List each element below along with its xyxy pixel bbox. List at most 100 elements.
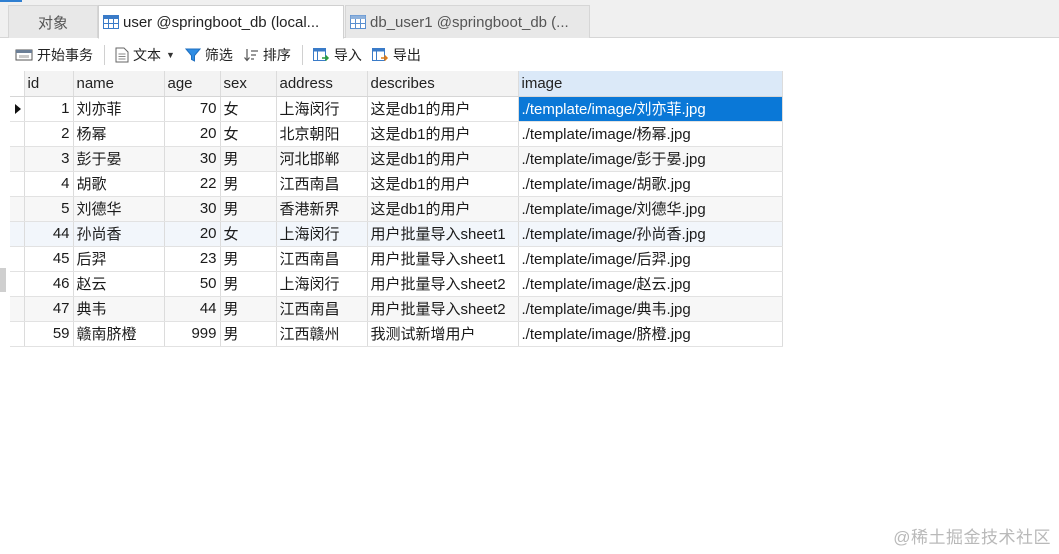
cell-describes[interactable]: 这是db1的用户 bbox=[367, 121, 519, 147]
tab-user-table[interactable]: user @springboot_db (local... bbox=[98, 5, 344, 39]
cell-age[interactable]: 70 bbox=[164, 96, 221, 122]
cell-describes[interactable]: 这是db1的用户 bbox=[367, 171, 519, 197]
filter-label: 筛选 bbox=[204, 47, 233, 63]
cell-age[interactable]: 50 bbox=[164, 271, 221, 297]
cell-sex[interactable]: 男 bbox=[220, 296, 277, 322]
cell-address[interactable]: 江西南昌 bbox=[276, 171, 368, 197]
cell-describes[interactable]: 用户批量导入sheet1 bbox=[367, 246, 519, 272]
table-row[interactable]: 2 杨幂 20 女 北京朝阳 这是db1的用户 ./template/image… bbox=[10, 121, 783, 147]
cell-age[interactable]: 44 bbox=[164, 296, 221, 322]
column-header-address[interactable]: address bbox=[276, 71, 368, 97]
cell-image[interactable]: ./template/image/胡歌.jpg bbox=[518, 171, 783, 197]
cell-describes[interactable]: 我测试新增用户 bbox=[367, 321, 519, 347]
cell-age[interactable]: 30 bbox=[164, 196, 221, 222]
cell-id[interactable]: 44 bbox=[24, 221, 74, 247]
sort-label: 排序 bbox=[262, 47, 291, 63]
cell-name[interactable]: 刘德华 bbox=[73, 196, 165, 222]
cell-address[interactable]: 上海闵行 bbox=[276, 96, 368, 122]
column-header-name[interactable]: name bbox=[73, 71, 165, 97]
table-row[interactable]: 4 胡歌 22 男 江西南昌 这是db1的用户 ./template/image… bbox=[10, 171, 783, 197]
begin-transaction-button[interactable]: 开始事务 bbox=[12, 43, 96, 67]
tab-objects[interactable]: 对象 bbox=[8, 5, 98, 38]
export-button[interactable]: 导出 bbox=[369, 43, 424, 67]
table-row[interactable]: 46 赵云 50 男 上海闵行 用户批量导入sheet2 ./template/… bbox=[10, 271, 783, 297]
cell-age[interactable]: 20 bbox=[164, 121, 221, 147]
column-header-id[interactable]: id bbox=[24, 71, 74, 97]
cell-name[interactable]: 彭于晏 bbox=[73, 146, 165, 172]
cell-address[interactable]: 江西赣州 bbox=[276, 321, 368, 347]
cell-id[interactable]: 2 bbox=[24, 121, 74, 147]
table-row[interactable]: 3 彭于晏 30 男 河北邯郸 这是db1的用户 ./template/imag… bbox=[10, 146, 783, 172]
cell-sex[interactable]: 男 bbox=[220, 321, 277, 347]
cell-id[interactable]: 47 bbox=[24, 296, 74, 322]
cell-describes[interactable]: 用户批量导入sheet2 bbox=[367, 296, 519, 322]
column-header-image[interactable]: image bbox=[518, 71, 783, 97]
cell-age[interactable]: 999 bbox=[164, 321, 221, 347]
cell-name[interactable]: 赵云 bbox=[73, 271, 165, 297]
cell-id[interactable]: 4 bbox=[24, 171, 74, 197]
text-view-button[interactable]: 文本 ▼ bbox=[112, 43, 178, 67]
cell-age[interactable]: 23 bbox=[164, 246, 221, 272]
sort-button[interactable]: 排序 bbox=[240, 43, 294, 67]
import-button[interactable]: 导入 bbox=[310, 43, 365, 67]
cell-describes[interactable]: 用户批量导入sheet1 bbox=[367, 221, 519, 247]
cell-address[interactable]: 北京朝阳 bbox=[276, 121, 368, 147]
cell-id[interactable]: 3 bbox=[24, 146, 74, 172]
cell-describes[interactable]: 用户批量导入sheet2 bbox=[367, 271, 519, 297]
table-row[interactable]: 47 典韦 44 男 江西南昌 用户批量导入sheet2 ./template/… bbox=[10, 296, 783, 322]
row-marker bbox=[10, 171, 25, 197]
panel-resize-handle[interactable] bbox=[0, 268, 6, 292]
cell-sex[interactable]: 男 bbox=[220, 196, 277, 222]
cell-sex[interactable]: 女 bbox=[220, 96, 277, 122]
cell-id[interactable]: 59 bbox=[24, 321, 74, 347]
cell-image[interactable]: ./template/image/孙尚香.jpg bbox=[518, 221, 783, 247]
column-header-describes[interactable]: describes bbox=[367, 71, 519, 97]
column-header-age[interactable]: age bbox=[164, 71, 221, 97]
table-row[interactable]: 1 刘亦菲 70 女 上海闵行 这是db1的用户 ./template/imag… bbox=[10, 96, 783, 122]
cell-sex[interactable]: 男 bbox=[220, 271, 277, 297]
cell-address[interactable]: 河北邯郸 bbox=[276, 146, 368, 172]
cell-address[interactable]: 上海闵行 bbox=[276, 221, 368, 247]
table-row[interactable]: 59 赣南脐橙 999 男 江西赣州 我测试新增用户 ./template/im… bbox=[10, 321, 783, 347]
column-header-sex[interactable]: sex bbox=[220, 71, 277, 97]
cell-image-selected[interactable]: ./template/image/刘亦菲.jpg bbox=[518, 96, 783, 122]
cell-name[interactable]: 典韦 bbox=[73, 296, 165, 322]
cell-name[interactable]: 赣南脐橙 bbox=[73, 321, 165, 347]
cell-image[interactable]: ./template/image/脐橙.jpg bbox=[518, 321, 783, 347]
cell-sex[interactable]: 女 bbox=[220, 221, 277, 247]
cell-age[interactable]: 20 bbox=[164, 221, 221, 247]
table-row[interactable]: 44 孙尚香 20 女 上海闵行 用户批量导入sheet1 ./template… bbox=[10, 221, 783, 247]
cell-name[interactable]: 后羿 bbox=[73, 246, 165, 272]
cell-name[interactable]: 孙尚香 bbox=[73, 221, 165, 247]
cell-name[interactable]: 胡歌 bbox=[73, 171, 165, 197]
cell-image[interactable]: ./template/image/后羿.jpg bbox=[518, 246, 783, 272]
cell-image[interactable]: ./template/image/典韦.jpg bbox=[518, 296, 783, 322]
cell-id[interactable]: 45 bbox=[24, 246, 74, 272]
cell-id[interactable]: 5 bbox=[24, 196, 74, 222]
cell-address[interactable]: 上海闵行 bbox=[276, 271, 368, 297]
cell-address[interactable]: 江西南昌 bbox=[276, 296, 368, 322]
cell-age[interactable]: 22 bbox=[164, 171, 221, 197]
cell-sex[interactable]: 女 bbox=[220, 121, 277, 147]
cell-name[interactable]: 刘亦菲 bbox=[73, 96, 165, 122]
cell-name[interactable]: 杨幂 bbox=[73, 121, 165, 147]
cell-describes[interactable]: 这是db1的用户 bbox=[367, 96, 519, 122]
cell-id[interactable]: 46 bbox=[24, 271, 74, 297]
cell-image[interactable]: ./template/image/赵云.jpg bbox=[518, 271, 783, 297]
cell-sex[interactable]: 男 bbox=[220, 246, 277, 272]
cell-age[interactable]: 30 bbox=[164, 146, 221, 172]
cell-address[interactable]: 香港新界 bbox=[276, 196, 368, 222]
cell-describes[interactable]: 这是db1的用户 bbox=[367, 146, 519, 172]
tab-db-user1-table[interactable]: db_user1 @springboot_db (... bbox=[345, 5, 590, 38]
filter-button[interactable]: 筛选 bbox=[182, 43, 236, 67]
cell-image[interactable]: ./template/image/杨幂.jpg bbox=[518, 121, 783, 147]
table-row[interactable]: 5 刘德华 30 男 香港新界 这是db1的用户 ./template/imag… bbox=[10, 196, 783, 222]
cell-image[interactable]: ./template/image/刘德华.jpg bbox=[518, 196, 783, 222]
cell-address[interactable]: 江西南昌 bbox=[276, 246, 368, 272]
cell-id[interactable]: 1 bbox=[24, 96, 74, 122]
cell-sex[interactable]: 男 bbox=[220, 171, 277, 197]
cell-image[interactable]: ./template/image/彭于晏.jpg bbox=[518, 146, 783, 172]
cell-describes[interactable]: 这是db1的用户 bbox=[367, 196, 519, 222]
cell-sex[interactable]: 男 bbox=[220, 146, 277, 172]
table-row[interactable]: 45 后羿 23 男 江西南昌 用户批量导入sheet1 ./template/… bbox=[10, 246, 783, 272]
